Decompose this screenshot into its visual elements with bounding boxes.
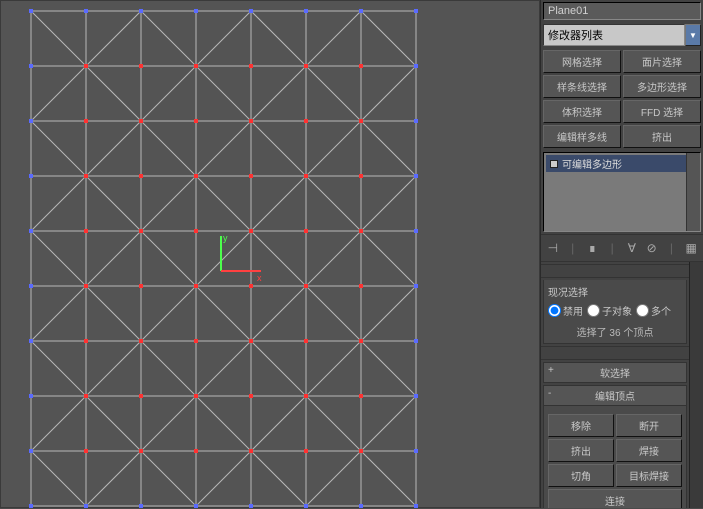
stack-item-label: 可编辑多边形	[562, 156, 622, 171]
stack-item-editable-poly[interactable]: 可编辑多边形	[546, 155, 698, 172]
expand-icon: +	[548, 365, 554, 376]
modifier-buttons-grid: 网格选择 面片选择 样条线选择 多边形选择 体积选择 FFD 选择 编辑样多线 …	[543, 50, 701, 148]
edit-vertex-title: 编辑顶点	[595, 392, 635, 403]
panel-spacer	[541, 264, 689, 278]
mod-btn-patch-select[interactable]: 面片选择	[623, 50, 701, 73]
modifier-list-label: 修改器列表	[543, 24, 685, 46]
radio-subobject[interactable]: 子对象	[587, 303, 632, 318]
show-end-result-icon[interactable]: ∎	[583, 239, 601, 257]
weld-button[interactable]: 焊接	[616, 439, 682, 462]
remove-modifier-icon[interactable]: ⊘	[643, 239, 661, 257]
selection-status: 选择了 36 个顶点	[548, 324, 682, 339]
mod-btn-extrude[interactable]: 挤出	[623, 125, 701, 148]
radio-multi[interactable]: 多个	[636, 303, 671, 318]
connect-button[interactable]: 连接	[548, 489, 682, 508]
modifier-stack[interactable]: 可编辑多边形	[543, 152, 701, 232]
mod-btn-vol-select[interactable]: 体积选择	[543, 100, 621, 123]
configure-sets-icon[interactable]: ▦	[682, 239, 700, 257]
viewport-3d[interactable]: y x	[0, 0, 540, 508]
command-panel: Plane01 修改器列表 ▼ 网格选择 面片选择 样条线选择 多边形选择 体积…	[540, 0, 703, 508]
collapse-icon: -	[548, 388, 551, 399]
selection-rollout-title: 现况选择	[548, 284, 682, 299]
remove-button[interactable]: 移除	[548, 414, 614, 437]
modifier-list-combo[interactable]: 修改器列表 ▼	[543, 24, 701, 46]
panel-spacer	[541, 346, 689, 360]
mod-btn-ffd-select[interactable]: FFD 选择	[623, 100, 701, 123]
edit-vertex-rollout: - 编辑顶点 移除 断开 挤出 焊接 切角 目标焊接 连接 移除孤立顶点	[543, 385, 687, 508]
make-unique-icon[interactable]: ∀	[623, 239, 641, 257]
transform-gizmo[interactable]: y x	[211, 231, 271, 296]
mesh-grid	[1, 1, 541, 509]
mod-btn-mesh-select[interactable]: 网格选择	[543, 50, 621, 73]
chamfer-button[interactable]: 切角	[548, 464, 614, 487]
dropdown-icon[interactable]: ▼	[685, 24, 701, 46]
svg-text:x: x	[257, 273, 262, 283]
radio-disable[interactable]: 禁用	[548, 303, 583, 318]
selection-rollout: 现况选择 禁用 子对象 多个 选择了 36 个顶点	[543, 280, 687, 344]
soft-selection-header[interactable]: + 软选择	[543, 362, 687, 383]
stack-toolbar: ⊣ | ∎ | ∀ ⊘ | ▦	[541, 234, 703, 262]
pin-stack-icon[interactable]: ⊣	[544, 239, 562, 257]
break-button[interactable]: 断开	[616, 414, 682, 437]
soft-selection-title: 软选择	[600, 369, 630, 380]
edit-vertex-header[interactable]: - 编辑顶点	[543, 385, 687, 406]
separator-icon: |	[564, 239, 582, 257]
panel-scrollbar[interactable]	[689, 262, 703, 508]
separator-icon: |	[603, 239, 621, 257]
mod-btn-spline-select[interactable]: 样条线选择	[543, 75, 621, 98]
stack-scrollbar[interactable]	[686, 153, 700, 231]
svg-text:y: y	[223, 233, 228, 243]
target-weld-button[interactable]: 目标焊接	[616, 464, 682, 487]
stack-toggle-icon[interactable]	[550, 160, 558, 168]
mod-btn-edit-spline[interactable]: 编辑样多线	[543, 125, 621, 148]
separator-icon: |	[662, 239, 680, 257]
extrude-button[interactable]: 挤出	[548, 439, 614, 462]
soft-selection-rollout: + 软选择	[543, 362, 687, 383]
object-name-field[interactable]: Plane01	[543, 2, 701, 20]
mod-btn-poly-select[interactable]: 多边形选择	[623, 75, 701, 98]
